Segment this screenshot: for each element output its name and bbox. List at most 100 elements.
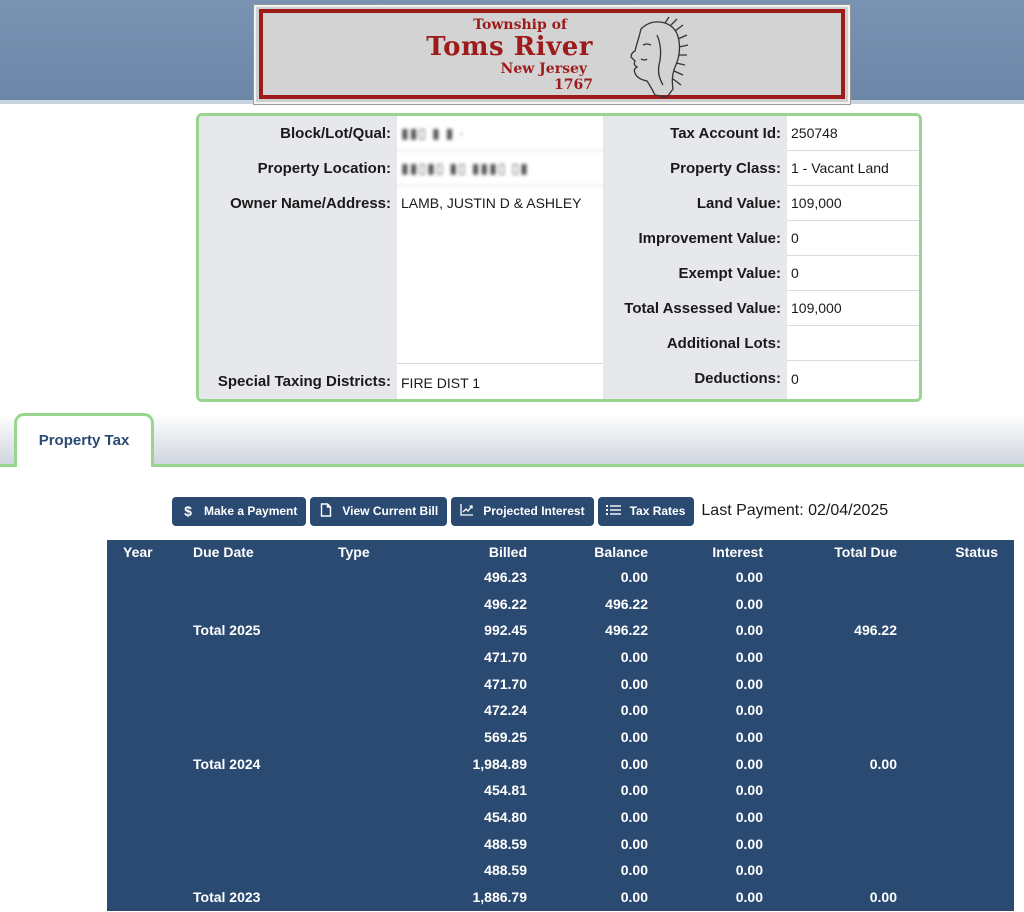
table-cell-year bbox=[107, 590, 193, 618]
table-cell-billed: 992.45 bbox=[441, 616, 527, 645]
col-header-status: Status bbox=[897, 540, 1014, 564]
table-total-row: Total 2023 1,886.79 0.00 0.00 0.00 bbox=[107, 883, 1014, 911]
table-cell-tot bbox=[763, 723, 897, 751]
table-cell-year bbox=[107, 830, 193, 858]
table-header-row: Year Due Date Type Billed Balance Intere… bbox=[107, 540, 1014, 564]
make-payment-label: Make a Payment bbox=[204, 504, 298, 518]
table-cell-due bbox=[193, 830, 338, 858]
projected-interest-button[interactable]: Projected Interest bbox=[451, 496, 594, 526]
table-cell-int: 0.00 bbox=[648, 803, 763, 831]
table-cell-stat bbox=[897, 616, 1014, 645]
table-cell-tot bbox=[763, 670, 897, 698]
info-row-additional-lots: Additional Lots: bbox=[603, 326, 919, 361]
info-value: 0 bbox=[787, 256, 919, 291]
table-cell-year bbox=[107, 750, 193, 778]
table-cell-stat bbox=[897, 670, 1014, 698]
table-cell-billed: 496.22 bbox=[441, 590, 527, 618]
table-cell-billed: 454.80 bbox=[441, 803, 527, 831]
table-cell-bal: 0.00 bbox=[527, 777, 648, 805]
table-cell-stat bbox=[897, 777, 1014, 805]
table-total-row: 496.22 496.22 0.00 bbox=[107, 590, 1014, 618]
chart-line-icon bbox=[459, 503, 475, 519]
table-cell-stat bbox=[897, 723, 1014, 751]
table-cell-stat bbox=[897, 830, 1014, 858]
indian-head-seal-icon bbox=[630, 16, 689, 98]
table-cell-type bbox=[338, 696, 441, 725]
make-payment-button[interactable]: $ Make a Payment bbox=[172, 496, 307, 526]
table-cell-int: 0.00 bbox=[648, 696, 763, 725]
table-cell-due bbox=[193, 857, 338, 885]
info-label: Property Location: bbox=[199, 151, 397, 186]
table-cell-billed: 569.25 bbox=[441, 723, 527, 751]
tax-rates-label: Tax Rates bbox=[629, 504, 686, 518]
info-value: 1 - Vacant Land bbox=[787, 151, 919, 186]
table-cell-type bbox=[338, 777, 441, 805]
table-total-row: 471.70 0.00 0.00 bbox=[107, 670, 1014, 698]
table-cell-year bbox=[107, 616, 193, 645]
table-cell-bal: 0.00 bbox=[527, 750, 648, 778]
info-label: Owner Name/Address: bbox=[199, 186, 397, 221]
table-cell-due bbox=[193, 643, 338, 671]
dollar-icon: $ bbox=[184, 503, 192, 519]
table-cell-billed: 1,886.79 bbox=[441, 883, 527, 911]
tax-table-body: 496.23 0.00 0.00 496.22 496.22 0.00 Total 2025… bbox=[107, 564, 1014, 911]
info-value: 109,000 bbox=[787, 186, 919, 221]
table-cell-bal: 0.00 bbox=[527, 830, 648, 858]
info-value: 250748 bbox=[787, 116, 919, 151]
table-cell-year bbox=[107, 883, 193, 911]
table-cell-type bbox=[338, 857, 441, 885]
table-cell-year bbox=[107, 857, 193, 885]
table-cell-bal: 0.00 bbox=[527, 803, 648, 831]
col-header-type: Type bbox=[338, 540, 441, 564]
table-cell-year bbox=[107, 777, 193, 805]
property-info-panel: Block/Lot/Qual: ▮▮▯ ▮ ▮ · Property Locat… bbox=[196, 113, 922, 402]
table-cell-bal: 0.00 bbox=[527, 564, 648, 591]
info-label: Improvement Value: bbox=[603, 221, 787, 256]
table-cell-stat bbox=[897, 696, 1014, 725]
info-row-owner: Owner Name/Address: LAMB, JUSTIN D & ASH… bbox=[199, 186, 603, 221]
tax-table: Year Due Date Type Billed Balance Intere… bbox=[107, 540, 1014, 911]
table-cell-year bbox=[107, 643, 193, 671]
table-total-row: 496.23 0.00 0.00 bbox=[107, 564, 1014, 591]
table-cell-due bbox=[193, 723, 338, 751]
banner-frame: Township of Toms River New Jersey 1767 bbox=[259, 9, 845, 99]
table-cell-type bbox=[338, 564, 441, 591]
table-cell-due bbox=[193, 777, 338, 805]
info-row-block-lot: Block/Lot/Qual: ▮▮▯ ▮ ▮ · bbox=[199, 116, 603, 151]
tab-property-tax[interactable]: Property Tax bbox=[14, 413, 154, 467]
table-cell-billed: 496.23 bbox=[441, 564, 527, 591]
table-cell-type bbox=[338, 750, 441, 778]
table-total-row: Total 2025 992.45 496.22 0.00 496.22 bbox=[107, 616, 1014, 645]
table-cell-billed: 488.59 bbox=[441, 857, 527, 885]
table-cell-stat bbox=[897, 590, 1014, 618]
table-cell-int: 0.00 bbox=[648, 777, 763, 805]
table-cell-type bbox=[338, 803, 441, 831]
table-cell-billed: 472.24 bbox=[441, 696, 527, 725]
info-label: Additional Lots: bbox=[603, 326, 787, 361]
table-cell-due: Total 2024 bbox=[193, 750, 338, 778]
table-cell-bal: 0.00 bbox=[527, 883, 648, 911]
table-total-row: 471.70 0.00 0.00 bbox=[107, 643, 1014, 671]
table-total-row: 488.59 0.00 0.00 bbox=[107, 830, 1014, 858]
table-cell-due: Total 2023 bbox=[193, 883, 338, 911]
table-total-row: Total 2024 1,984.89 0.00 0.00 0.00 bbox=[107, 750, 1014, 778]
tax-rates-button[interactable]: Tax Rates bbox=[597, 496, 695, 526]
table-cell-billed: 454.81 bbox=[441, 777, 527, 805]
table-cell-tot bbox=[763, 777, 897, 805]
info-label: Deductions: bbox=[603, 361, 787, 399]
table-cell-tot bbox=[763, 803, 897, 831]
info-row-improvement-value: Improvement Value: 0 bbox=[603, 221, 919, 256]
table-total-row: 569.25 0.00 0.00 bbox=[107, 723, 1014, 751]
info-label: Special Taxing Districts: bbox=[199, 363, 397, 399]
table-cell-int: 0.00 bbox=[648, 857, 763, 885]
table-cell-year bbox=[107, 670, 193, 698]
table-cell-bal: 0.00 bbox=[527, 643, 648, 671]
table-cell-type bbox=[338, 590, 441, 618]
table-cell-stat bbox=[897, 857, 1014, 885]
banner-line-3: New Jersey bbox=[500, 61, 587, 77]
info-value: FIRE DIST 1 bbox=[397, 363, 603, 399]
view-current-bill-button[interactable]: View Current Bill bbox=[310, 496, 448, 526]
info-row-tax-account: Tax Account Id: 250748 bbox=[603, 116, 919, 151]
info-row-exempt-value: Exempt Value: 0 bbox=[603, 256, 919, 291]
table-cell-tot: 0.00 bbox=[763, 750, 897, 778]
